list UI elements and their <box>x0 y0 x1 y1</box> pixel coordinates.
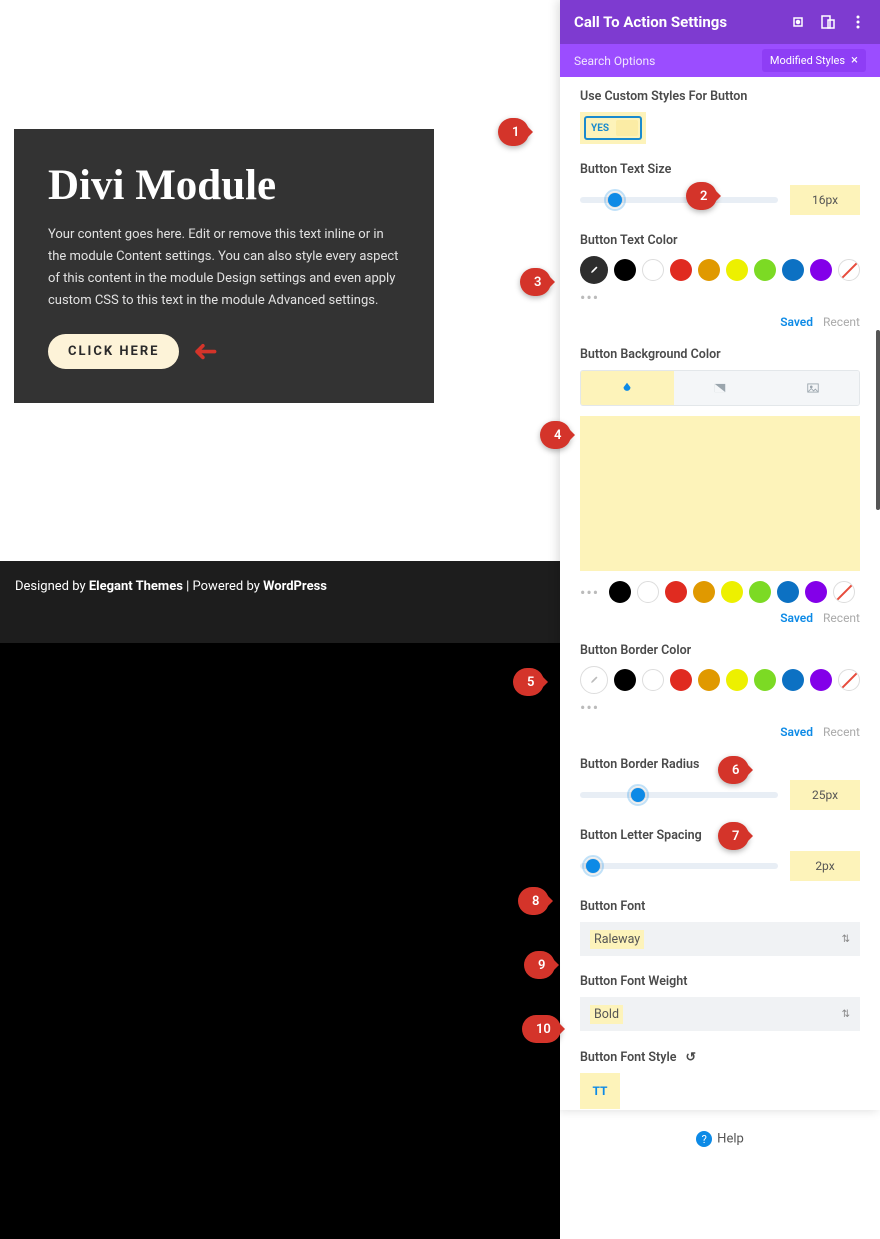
text-size-label: Button Text Size <box>580 162 860 177</box>
font-select[interactable]: Raleway ⇅ <box>580 922 860 956</box>
saved-tab[interactable]: Saved <box>780 315 813 329</box>
panel-header: Call To Action Settings <box>560 0 880 44</box>
cta-button[interactable]: CLICK HERE <box>48 334 179 369</box>
color-swatch[interactable] <box>782 669 804 691</box>
page-background <box>0 643 560 1239</box>
callout-10: 10 <box>522 1015 561 1043</box>
callout-3: 3 <box>520 268 551 296</box>
bg-color-preview[interactable] <box>580 416 860 571</box>
bg-tab-color[interactable] <box>581 371 674 405</box>
site-footer: Designed by Elegant Themes | Powered by … <box>0 561 560 643</box>
color-swatch[interactable] <box>670 259 692 281</box>
color-swatch[interactable] <box>642 669 664 691</box>
scrollbar[interactable] <box>876 330 880 510</box>
saved-tab[interactable]: Saved <box>780 611 813 625</box>
settings-panel: Call To Action Settings Search Options M… <box>560 0 880 1110</box>
color-swatch[interactable] <box>698 259 720 281</box>
font-weight-select[interactable]: Bold ⇅ <box>580 997 860 1031</box>
color-swatch[interactable] <box>754 259 776 281</box>
callout-4: 4 <box>540 421 571 449</box>
bg-type-tabs <box>580 370 860 406</box>
modified-styles-filter[interactable]: Modified Styles × <box>762 49 866 72</box>
color-swatch[interactable] <box>754 669 776 691</box>
chevron-updown-icon: ⇅ <box>842 1009 850 1020</box>
arrow-annotation: ➜ <box>193 334 218 369</box>
color-swatch[interactable] <box>670 669 692 691</box>
color-swatch[interactable] <box>721 581 743 603</box>
custom-styles-label: Use Custom Styles For Button <box>580 89 860 104</box>
more-colors-icon[interactable]: ••• <box>580 583 599 602</box>
color-swatch[interactable] <box>642 259 664 281</box>
callout-2: 2 <box>686 182 717 210</box>
cta-module-preview: Divi Module Your content goes here. Edit… <box>14 129 434 403</box>
footer-brand[interactable]: Elegant Themes <box>89 579 183 594</box>
bg-tab-image[interactable] <box>766 371 859 405</box>
color-swatch[interactable] <box>810 259 832 281</box>
close-icon[interactable]: × <box>851 53 858 68</box>
color-swatch[interactable] <box>749 581 771 603</box>
more-colors-icon[interactable]: ••• <box>580 698 860 717</box>
text-size-value[interactable]: 16px <box>790 185 860 215</box>
color-swatch[interactable] <box>726 669 748 691</box>
custom-styles-toggle[interactable]: YES <box>584 116 642 140</box>
color-swatch[interactable] <box>810 669 832 691</box>
callout-1: 1 <box>498 118 529 146</box>
text-color-swatches <box>580 256 860 284</box>
color-swatch[interactable] <box>609 581 631 603</box>
callout-8: 8 <box>518 887 549 915</box>
callout-7: 7 <box>718 822 749 850</box>
recent-tab[interactable]: Recent <box>823 611 860 625</box>
font-label: Button Font <box>580 899 860 914</box>
color-swatch[interactable] <box>805 581 827 603</box>
font-weight-label: Button Font Weight <box>580 974 860 989</box>
kebab-menu-icon[interactable] <box>850 14 866 30</box>
color-swatch[interactable] <box>777 581 799 603</box>
search-options[interactable]: Search Options <box>574 54 655 68</box>
footer-platform[interactable]: WordPress <box>263 579 327 594</box>
module-body: Your content goes here. Edit or remove t… <box>48 224 400 312</box>
uppercase-toggle[interactable]: TT <box>583 1076 617 1106</box>
color-swatch[interactable] <box>693 581 715 603</box>
panel-subheader: Search Options Modified Styles × <box>560 44 880 77</box>
bg-tab-gradient[interactable] <box>674 371 767 405</box>
text-color-label: Button Text Color <box>580 233 860 248</box>
border-radius-slider[interactable] <box>580 792 778 798</box>
responsive-icon[interactable] <box>820 14 836 30</box>
text-size-slider[interactable] <box>580 197 778 203</box>
reset-icon[interactable]: ↺ <box>686 1049 696 1065</box>
more-colors-icon[interactable]: ••• <box>580 288 860 307</box>
color-swatch[interactable] <box>698 669 720 691</box>
font-style-label: Button Font Style ↺ <box>580 1049 860 1065</box>
help-link[interactable]: ?Help <box>580 1119 860 1159</box>
color-swatch-none[interactable] <box>833 581 855 603</box>
color-swatch[interactable] <box>782 259 804 281</box>
saved-tab[interactable]: Saved <box>780 725 813 739</box>
color-swatch[interactable] <box>637 581 659 603</box>
eyedropper-icon[interactable] <box>580 256 608 284</box>
bg-color-label: Button Background Color <box>580 347 860 362</box>
callout-6: 6 <box>718 756 749 784</box>
chevron-updown-icon: ⇅ <box>842 934 850 945</box>
color-swatch[interactable] <box>614 259 636 281</box>
border-radius-value[interactable]: 25px <box>790 780 860 810</box>
color-swatch[interactable] <box>614 669 636 691</box>
module-title: Divi Module <box>48 161 400 210</box>
border-color-label: Button Border Color <box>580 643 860 658</box>
callout-9: 9 <box>524 951 555 979</box>
color-swatch[interactable] <box>726 259 748 281</box>
recent-tab[interactable]: Recent <box>823 725 860 739</box>
letter-spacing-value[interactable]: 2px <box>790 851 860 881</box>
color-swatch-none[interactable] <box>838 669 860 691</box>
panel-title: Call To Action Settings <box>574 13 727 31</box>
color-swatch-none[interactable] <box>838 259 860 281</box>
eyedropper-icon[interactable] <box>580 666 608 694</box>
recent-tab[interactable]: Recent <box>823 315 860 329</box>
color-swatch[interactable] <box>665 581 687 603</box>
expand-icon[interactable] <box>790 14 806 30</box>
help-icon: ? <box>696 1131 712 1147</box>
letter-spacing-slider[interactable] <box>580 863 778 869</box>
callout-5: 5 <box>513 668 544 696</box>
